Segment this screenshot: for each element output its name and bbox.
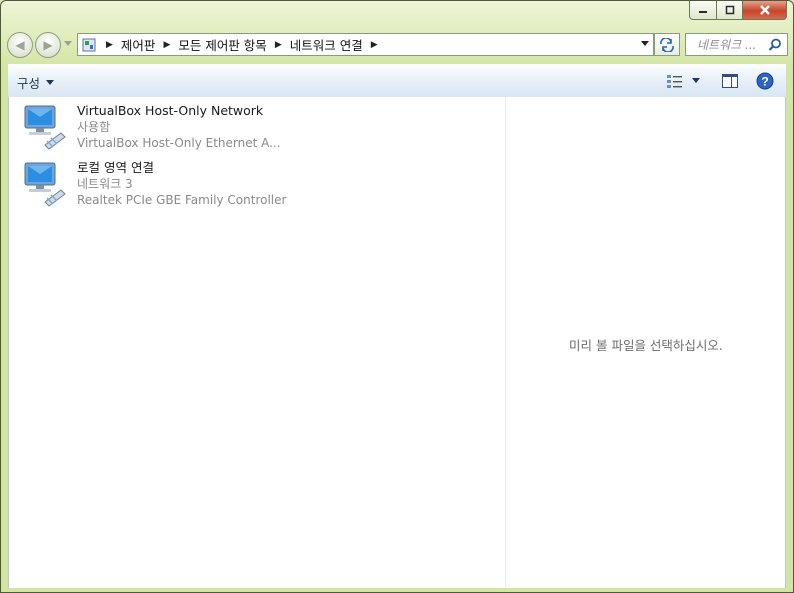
view-options-button[interactable] [666, 74, 700, 88]
breadcrumb: ▶ 제어판 ▶ 모든 제어판 항목 ▶ 네트워크 연결 ▶ [98, 35, 386, 54]
close-icon [759, 5, 770, 15]
organize-button[interactable]: 구성 [17, 73, 55, 92]
preview-pane-message: 미리 볼 파일을 선택하십시오. [569, 338, 723, 353]
breadcrumb-chevron-icon[interactable]: ▶ [371, 40, 378, 50]
control-panel-icon [82, 38, 96, 51]
forward-button[interactable]: ▶ [35, 32, 61, 58]
search-icon[interactable] [768, 38, 782, 52]
connection-device: VirtualBox Host-Only Ethernet A... [77, 136, 281, 150]
breadcrumb-chevron-icon[interactable]: ▶ [106, 40, 113, 50]
network-adapter-icon [24, 105, 66, 150]
back-arrow-icon: ◀ [15, 38, 25, 52]
search-box[interactable]: 네트워크 ... [685, 33, 788, 56]
breadcrumb-chevron-icon[interactable]: ▶ [163, 40, 170, 50]
refresh-button[interactable] [654, 33, 680, 56]
breadcrumb-item-control-panel[interactable]: 제어판 [121, 35, 156, 54]
breadcrumb-item-network-connections[interactable]: 네트워크 연결 [290, 35, 363, 54]
caption-buttons [689, 1, 787, 20]
maximize-button[interactable] [717, 1, 743, 20]
navigation-bar: ◀ ▶ ▶ 제어판 ▶ 모든 제어판 항목 ▶ 네트워크 연결 ▶ 네트워크 .… [1, 29, 793, 59]
connection-item-local-area[interactable]: 로컬 영역 연결 네트워크 3 Realtek PCIe GBE Family … [23, 160, 286, 208]
connection-name: 로컬 영역 연결 [77, 160, 154, 175]
help-button[interactable]: ? [756, 72, 774, 90]
svg-text:?: ? [761, 75, 768, 89]
view-options-icon [667, 75, 682, 88]
back-button[interactable]: ◀ [7, 32, 33, 58]
search-input[interactable]: 네트워크 ... [686, 36, 768, 53]
connection-device: Realtek PCIe GBE Family Controller [77, 193, 287, 207]
refresh-icon [660, 37, 674, 52]
minimize-button[interactable] [689, 1, 717, 20]
connection-status: 사용함 [77, 120, 111, 134]
address-bar[interactable]: ▶ 제어판 ▶ 모든 제어판 항목 ▶ 네트워크 연결 ▶ [77, 33, 654, 56]
recent-pages-dropdown[interactable] [64, 41, 72, 47]
address-dropdown-icon[interactable] [641, 41, 649, 47]
organize-dropdown-icon [46, 79, 55, 85]
organize-label: 구성 [17, 76, 41, 91]
preview-pane-button[interactable] [722, 74, 738, 88]
connection-item-virtualbox[interactable]: VirtualBox Host-Only Network 사용함 Virtual… [23, 103, 281, 151]
preview-pane-divider[interactable] [505, 97, 506, 588]
forward-arrow-icon: ▶ [43, 38, 53, 52]
connection-status: 네트워크 3 [77, 177, 133, 191]
breadcrumb-item-all-items[interactable]: 모든 제어판 항목 [178, 35, 266, 54]
view-options-dropdown-icon [692, 78, 700, 83]
minimize-icon [699, 11, 707, 13]
close-button[interactable] [743, 1, 787, 20]
connection-name: VirtualBox Host-Only Network [77, 103, 264, 118]
command-bar: 구성 ? [8, 64, 786, 98]
breadcrumb-chevron-icon[interactable]: ▶ [275, 40, 282, 50]
network-adapter-icon [24, 162, 66, 207]
explorer-window: ◀ ▶ ▶ 제어판 ▶ 모든 제어판 항목 ▶ 네트워크 연결 ▶ 네트워크 .… [0, 0, 794, 593]
maximize-icon [725, 5, 734, 15]
content-area: VirtualBox Host-Only Network 사용함 Virtual… [8, 97, 786, 588]
